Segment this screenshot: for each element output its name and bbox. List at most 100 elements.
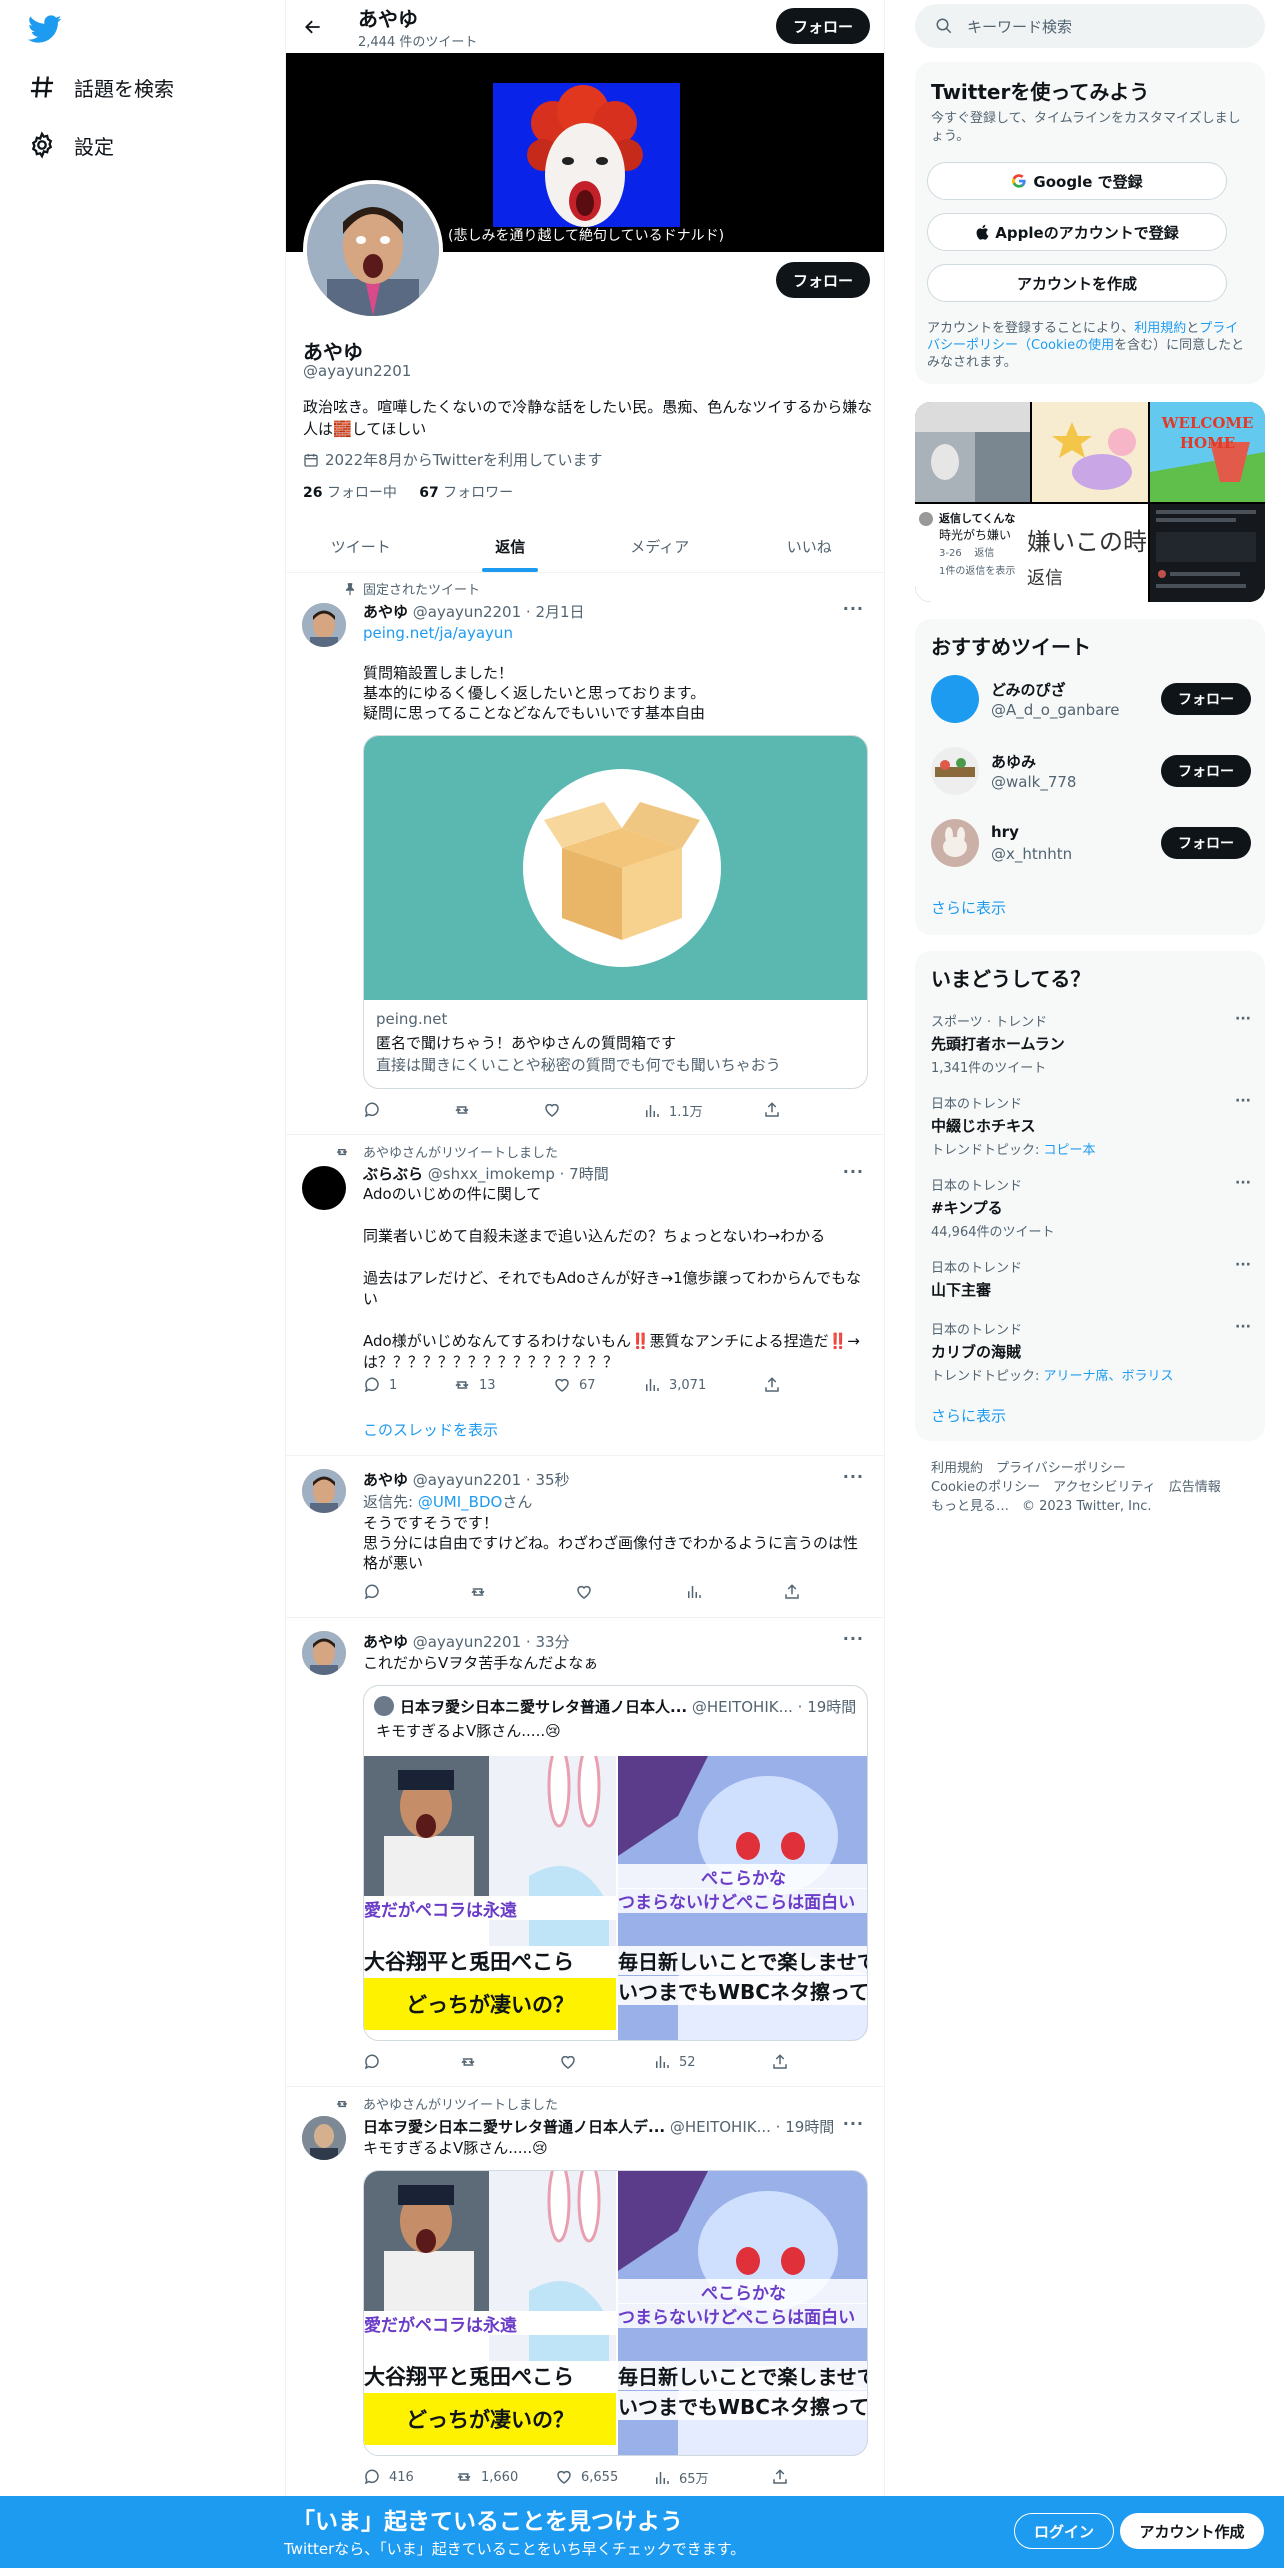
tweet-author-handle[interactable]: @shxx_imokemp (428, 1165, 555, 1183)
header-follow-button[interactable]: フォロー (776, 8, 870, 44)
tweet-avatar[interactable] (302, 1469, 346, 1513)
reply-button[interactable]: 416 (363, 2468, 414, 2486)
quote-tweet[interactable]: 日本ヲ愛シ日本ニ愛サレタ普通ノ日本人... @HEITOHIK... · 19時… (363, 1685, 868, 2041)
tweet-time[interactable]: 35秒 (535, 1471, 569, 1489)
more-icon[interactable]: ··· (843, 1467, 864, 1486)
share-button[interactable] (771, 2468, 797, 2486)
search-input[interactable]: キーワード検索 (915, 4, 1265, 48)
tweet-avatar[interactable] (302, 1166, 346, 1210)
like-button[interactable] (575, 1583, 601, 1601)
media-image-left[interactable]: 愛だがペコラは永遠 大谷翔平と兎田ぺこら どっちが凄いの？ (364, 2171, 616, 2455)
tweet-author-name[interactable]: ぶらぶら (363, 1165, 423, 1183)
quote-image-left[interactable]: 愛だがペコラは永遠 大谷翔平と兎田ぺこら どっちが凄いの？ (364, 1756, 616, 2040)
views-button[interactable] (685, 1583, 711, 1601)
share-button[interactable] (763, 1101, 789, 1119)
tweet-author-handle[interactable]: @ayayun2201 (413, 1471, 521, 1489)
retweet-button[interactable]: 1,660 (455, 2468, 518, 2486)
reply-to-handle[interactable]: @UMI_BDO (418, 1493, 503, 1511)
following-link[interactable]: 26 フォロー中 (303, 485, 397, 501)
login-button[interactable]: ログイン (1014, 2513, 1114, 2549)
retweet-button[interactable] (453, 1101, 479, 1119)
cookie-link[interactable]: （Cookieの使用 (1018, 338, 1114, 353)
terms-link[interactable]: 利用規約 (1134, 321, 1186, 336)
back-arrow-icon[interactable] (298, 12, 328, 42)
google-signup-button[interactable]: Google で登録 (927, 162, 1227, 200)
media-grid[interactable]: WELCOME HOME 返信してくんな 時光がち嫌い 3-26 返信 1件の返… (915, 402, 1265, 602)
profile-follow-button[interactable]: フォロー (776, 262, 870, 298)
media-thumb-2[interactable] (1032, 402, 1148, 502)
profile-avatar[interactable] (303, 180, 443, 320)
media-thumb-4[interactable]: 返信してくんな 時光がち嫌い 3-26 返信 1件の返信を表示 嫌いこの時 返信 (915, 504, 1148, 602)
tab-replies[interactable]: 返信 (436, 520, 586, 572)
tweet-author-name[interactable]: あやゆ (363, 1471, 408, 1489)
views-button[interactable]: 1.1万 (643, 1101, 703, 1120)
recommended-user[interactable]: あゆみ @walk_778 フォロー (931, 747, 1251, 797)
like-button[interactable] (543, 1101, 569, 1119)
tweet-retweet-1[interactable]: あやゆさんがリツイートしました ぶらぶら @shxx_imokemp · 7時間… (286, 1136, 884, 1456)
tweet-time[interactable]: 7時間 (569, 1165, 609, 1183)
tweet-author-name[interactable]: あやゆ (363, 1633, 408, 1651)
reply-button[interactable] (363, 1101, 389, 1119)
twitter-logo-icon[interactable] (28, 12, 62, 46)
share-button[interactable] (771, 2053, 797, 2071)
footer-line-1[interactable]: 利用規約 プライバシーポリシー (931, 1459, 1251, 1478)
more-icon[interactable]: ··· (1235, 1011, 1251, 1027)
share-button[interactable] (763, 1376, 789, 1394)
follow-button[interactable]: フォロー (1161, 683, 1251, 715)
tweet-author-name[interactable]: あやゆ (363, 603, 408, 621)
trend-item[interactable]: 日本のトレンド カリブの海賊 トレンドトピック: アリーナ席、ボラリス ··· (931, 1319, 1251, 1384)
footer-line-2[interactable]: Cookieのポリシー アクセシビリティ 広告情報 (931, 1478, 1251, 1497)
retweet-button[interactable] (459, 2053, 485, 2071)
tab-media[interactable]: メディア (585, 520, 735, 572)
tweet-pinned[interactable]: 固定されたツイート あやゆ @ayayun2201 · 2月1日 ··· pei… (286, 573, 884, 1135)
more-icon[interactable]: ··· (843, 1162, 864, 1181)
nav-settings[interactable]: 設定 (28, 125, 114, 165)
tweet-author-handle[interactable]: @HEITOHIK... (670, 2118, 771, 2136)
link-card[interactable]: peing.net 匿名で聞けちゃう！あやゆさんの質問箱です 直接は聞きにくいこ… (363, 735, 868, 1089)
show-thread-link[interactable]: このスレッドを表示 (363, 1420, 868, 1440)
reply-button[interactable]: 1 (363, 1376, 397, 1394)
more-icon[interactable]: ··· (1235, 1093, 1251, 1109)
media-thumb-5[interactable] (1150, 504, 1265, 602)
apple-signup-button[interactable]: Appleのアカウントで登録 (927, 213, 1227, 251)
tweet-avatar[interactable] (302, 2116, 346, 2160)
share-button[interactable] (783, 1583, 809, 1601)
recommended-user[interactable]: どみのぴざ @A_d_o_ganbare フォロー (931, 675, 1251, 725)
create-account-button[interactable]: アカウントを作成 (927, 264, 1227, 302)
like-button[interactable]: 6,655 (555, 2468, 618, 2486)
tab-likes[interactable]: いいね (735, 520, 885, 572)
more-icon[interactable]: ··· (843, 599, 864, 618)
views-button[interactable]: 52 (653, 2053, 696, 2071)
tweet-avatar[interactable] (302, 603, 346, 647)
recommended-more-link[interactable]: さらに表示 (931, 897, 1006, 918)
like-button[interactable] (559, 2053, 585, 2071)
reply-button[interactable] (363, 1583, 389, 1601)
followers-link[interactable]: 67 フォロワー (419, 485, 513, 501)
signup-button[interactable]: アカウント作成 (1120, 2513, 1264, 2549)
media-thumb-1[interactable] (915, 402, 1030, 502)
footer-line-3[interactable]: もっと見る… © 2023 Twitter, Inc. (931, 1497, 1251, 1516)
tweet-media[interactable]: 愛だがペコラは永遠 大谷翔平と兎田ぺこら どっちが凄いの？ ぺこらかな つまらな… (363, 2170, 868, 2456)
tweet-reply[interactable]: あやゆ @ayayun2201 · 35秒 ··· 返信先: @UMI_BDOさ… (286, 1457, 884, 1618)
more-icon[interactable]: ··· (843, 1629, 864, 1648)
tweet-retweet-2[interactable]: あやゆさんがリツイートしました 日本ヲ愛シ日本ニ愛サレタ普通ノ日本人デ... @… (286, 2088, 884, 2508)
trends-more-link[interactable]: さらに表示 (931, 1405, 1006, 1426)
trend-extra-link[interactable]: コピー本 (1044, 1143, 1096, 1158)
tweet-author-handle[interactable]: @ayayun2201 (413, 1633, 521, 1651)
media-thumb-3[interactable]: WELCOME HOME (1150, 402, 1265, 502)
tweet-time[interactable]: 33分 (535, 1633, 569, 1651)
reply-button[interactable] (363, 2053, 389, 2071)
follow-button[interactable]: フォロー (1161, 755, 1251, 787)
media-image-right[interactable]: ぺこらかな つまらないけどぺこらは面白い 毎日新しいことで楽しませてく いつまで… (618, 2171, 867, 2455)
more-icon[interactable]: ··· (1235, 1257, 1251, 1273)
recommended-user[interactable]: hry @x_htnhtn フォロー (931, 819, 1251, 869)
quote-image-right[interactable]: ぺこらかな つまらないけどぺこらは面白い 毎日新しいことで楽しませてく いつまで… (618, 1756, 867, 2040)
tab-tweets[interactable]: ツイート (286, 520, 436, 572)
trend-item[interactable]: スポーツ · トレンド 先頭打者ホームラン 1,341件のツイート ··· (931, 1011, 1251, 1076)
tweet-avatar[interactable] (302, 1631, 346, 1675)
follow-button[interactable]: フォロー (1161, 827, 1251, 859)
trend-item[interactable]: 日本のトレンド #キンプる 44,964件のツイート ··· (931, 1175, 1251, 1240)
tweet-time[interactable]: 2月1日 (535, 603, 584, 621)
tweet-time[interactable]: 19時間 (785, 2118, 834, 2136)
tweet-quote[interactable]: あやゆ @ayayun2201 · 33分 ··· これだからVヲタ苦手なんだよ… (286, 1619, 884, 2087)
